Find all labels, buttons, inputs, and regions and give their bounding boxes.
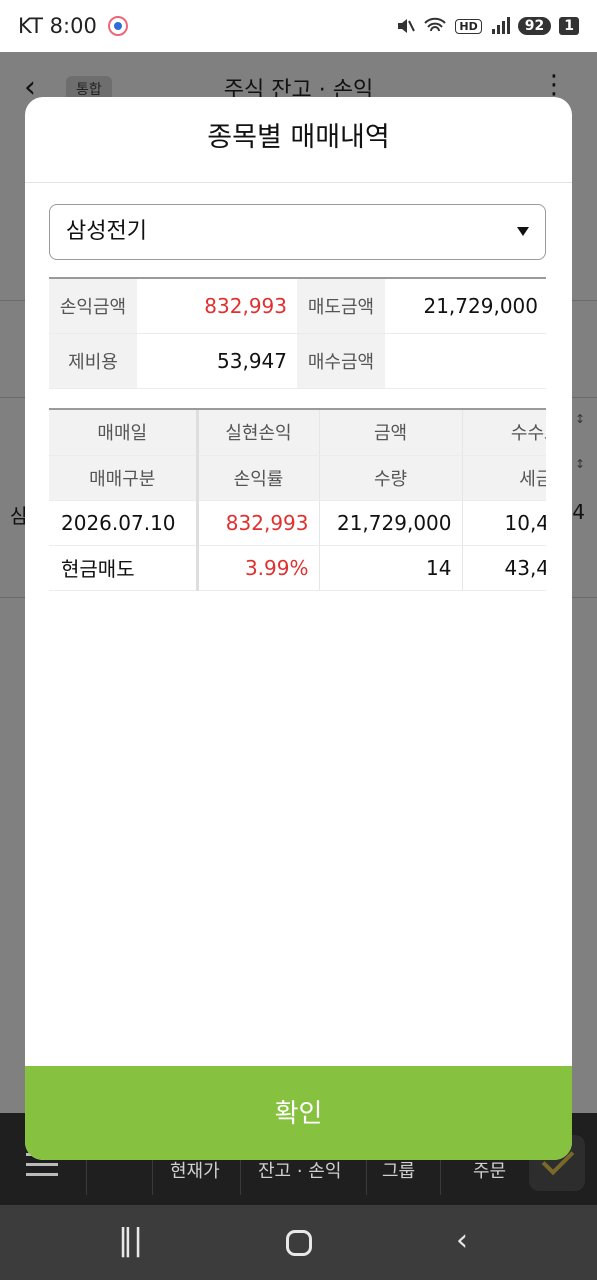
summary-row: 제비용 53,947 매수금액	[49, 334, 546, 389]
home-icon[interactable]	[286, 1230, 312, 1256]
profit-value: 832,993	[204, 294, 287, 318]
column-header: 수량	[318, 455, 462, 501]
column-header: 세금	[461, 455, 546, 501]
trade-type: 현금매도	[49, 545, 197, 591]
nav-item-group[interactable]: 그룹	[382, 1157, 415, 1183]
sell-amount-label: 매도금액	[297, 279, 385, 333]
fee-value: 53,947	[217, 349, 287, 373]
mute-icon	[398, 19, 416, 33]
trade-table[interactable]: 매매일 실현손익 금액 수수료 매매구분 손익률 수량 세금 2026.07.1…	[49, 408, 546, 591]
hd-icon: HD	[455, 18, 482, 34]
trade-history-modal: 종목별 매매내역 삼성전기 손익금액 832,993 매도금액 21,729,0…	[25, 97, 572, 1160]
more-icon[interactable]: ⋮	[541, 70, 567, 100]
modal-title: 종목별 매매내역	[25, 97, 572, 183]
column-header: 수수료	[461, 410, 546, 456]
table-header-row: 매매일 실현손익 금액 수수료	[49, 410, 546, 456]
nav-item-balance[interactable]: 잔고 · 손익	[258, 1157, 341, 1183]
column-header: 매매일	[49, 410, 197, 456]
profit-rate: 3.99%	[195, 545, 319, 591]
nav-item-order[interactable]: 주문	[473, 1157, 506, 1183]
dropdown-arrow-icon	[517, 227, 529, 236]
summary-row: 손익금액 832,993 매도금액 21,729,000	[49, 279, 546, 334]
stock-select[interactable]: 삼성전기	[49, 204, 546, 260]
trade-quantity: 14	[318, 545, 462, 591]
system-nav-bar: ‖| ‹	[0, 1205, 597, 1280]
signal-icon	[491, 17, 510, 34]
fee-label: 제비용	[49, 334, 137, 388]
stock-select-value: 삼성전기	[66, 219, 147, 244]
wifi-icon	[424, 17, 447, 32]
summary-table: 손익금액 832,993 매도금액 21,729,000 제비용 53,947 …	[49, 277, 546, 389]
location-app-icon	[107, 16, 128, 36]
trade-amount: 21,729,000	[318, 500, 462, 546]
realized-profit: 832,993	[195, 500, 319, 546]
status-bar: KT 8:00 HD 92 1	[0, 0, 597, 52]
battery-badge: 92	[517, 17, 552, 35]
recent-apps-icon[interactable]: ‖|	[118, 1223, 143, 1258]
table-header-row: 매매구분 손익률 수량 세금	[49, 455, 546, 501]
column-header: 실현손익	[195, 410, 319, 456]
sim-badge: 1	[559, 17, 579, 35]
trade-fee: 10,4	[461, 500, 546, 546]
column-header: 손익률	[195, 455, 319, 501]
confirm-button[interactable]: 확인	[25, 1066, 572, 1160]
nav-item-current-price[interactable]: 현재가	[170, 1157, 220, 1183]
column-header: 매매구분	[49, 455, 197, 501]
back-nav-icon[interactable]: ‹	[456, 1223, 468, 1258]
profit-label: 손익금액	[49, 279, 137, 333]
sell-amount-value: 21,729,000	[423, 294, 538, 318]
buy-amount-value	[385, 334, 546, 388]
buy-amount-label: 매수금액	[297, 334, 385, 388]
trade-date: 2026.07.10	[49, 500, 197, 546]
sort-icon[interactable]: ↕	[575, 412, 585, 426]
trade-tax: 43,4	[461, 545, 546, 591]
table-row[interactable]: 현금매도 3.99% 14 43,4	[49, 545, 546, 591]
column-header: 금액	[318, 410, 462, 456]
sort-icon[interactable]: ↕	[575, 457, 585, 471]
table-row[interactable]: 2026.07.10 832,993 21,729,000 10,4	[49, 500, 546, 546]
carrier-time: KT 8:00	[18, 14, 97, 38]
background-peek-text: 4	[572, 500, 585, 524]
